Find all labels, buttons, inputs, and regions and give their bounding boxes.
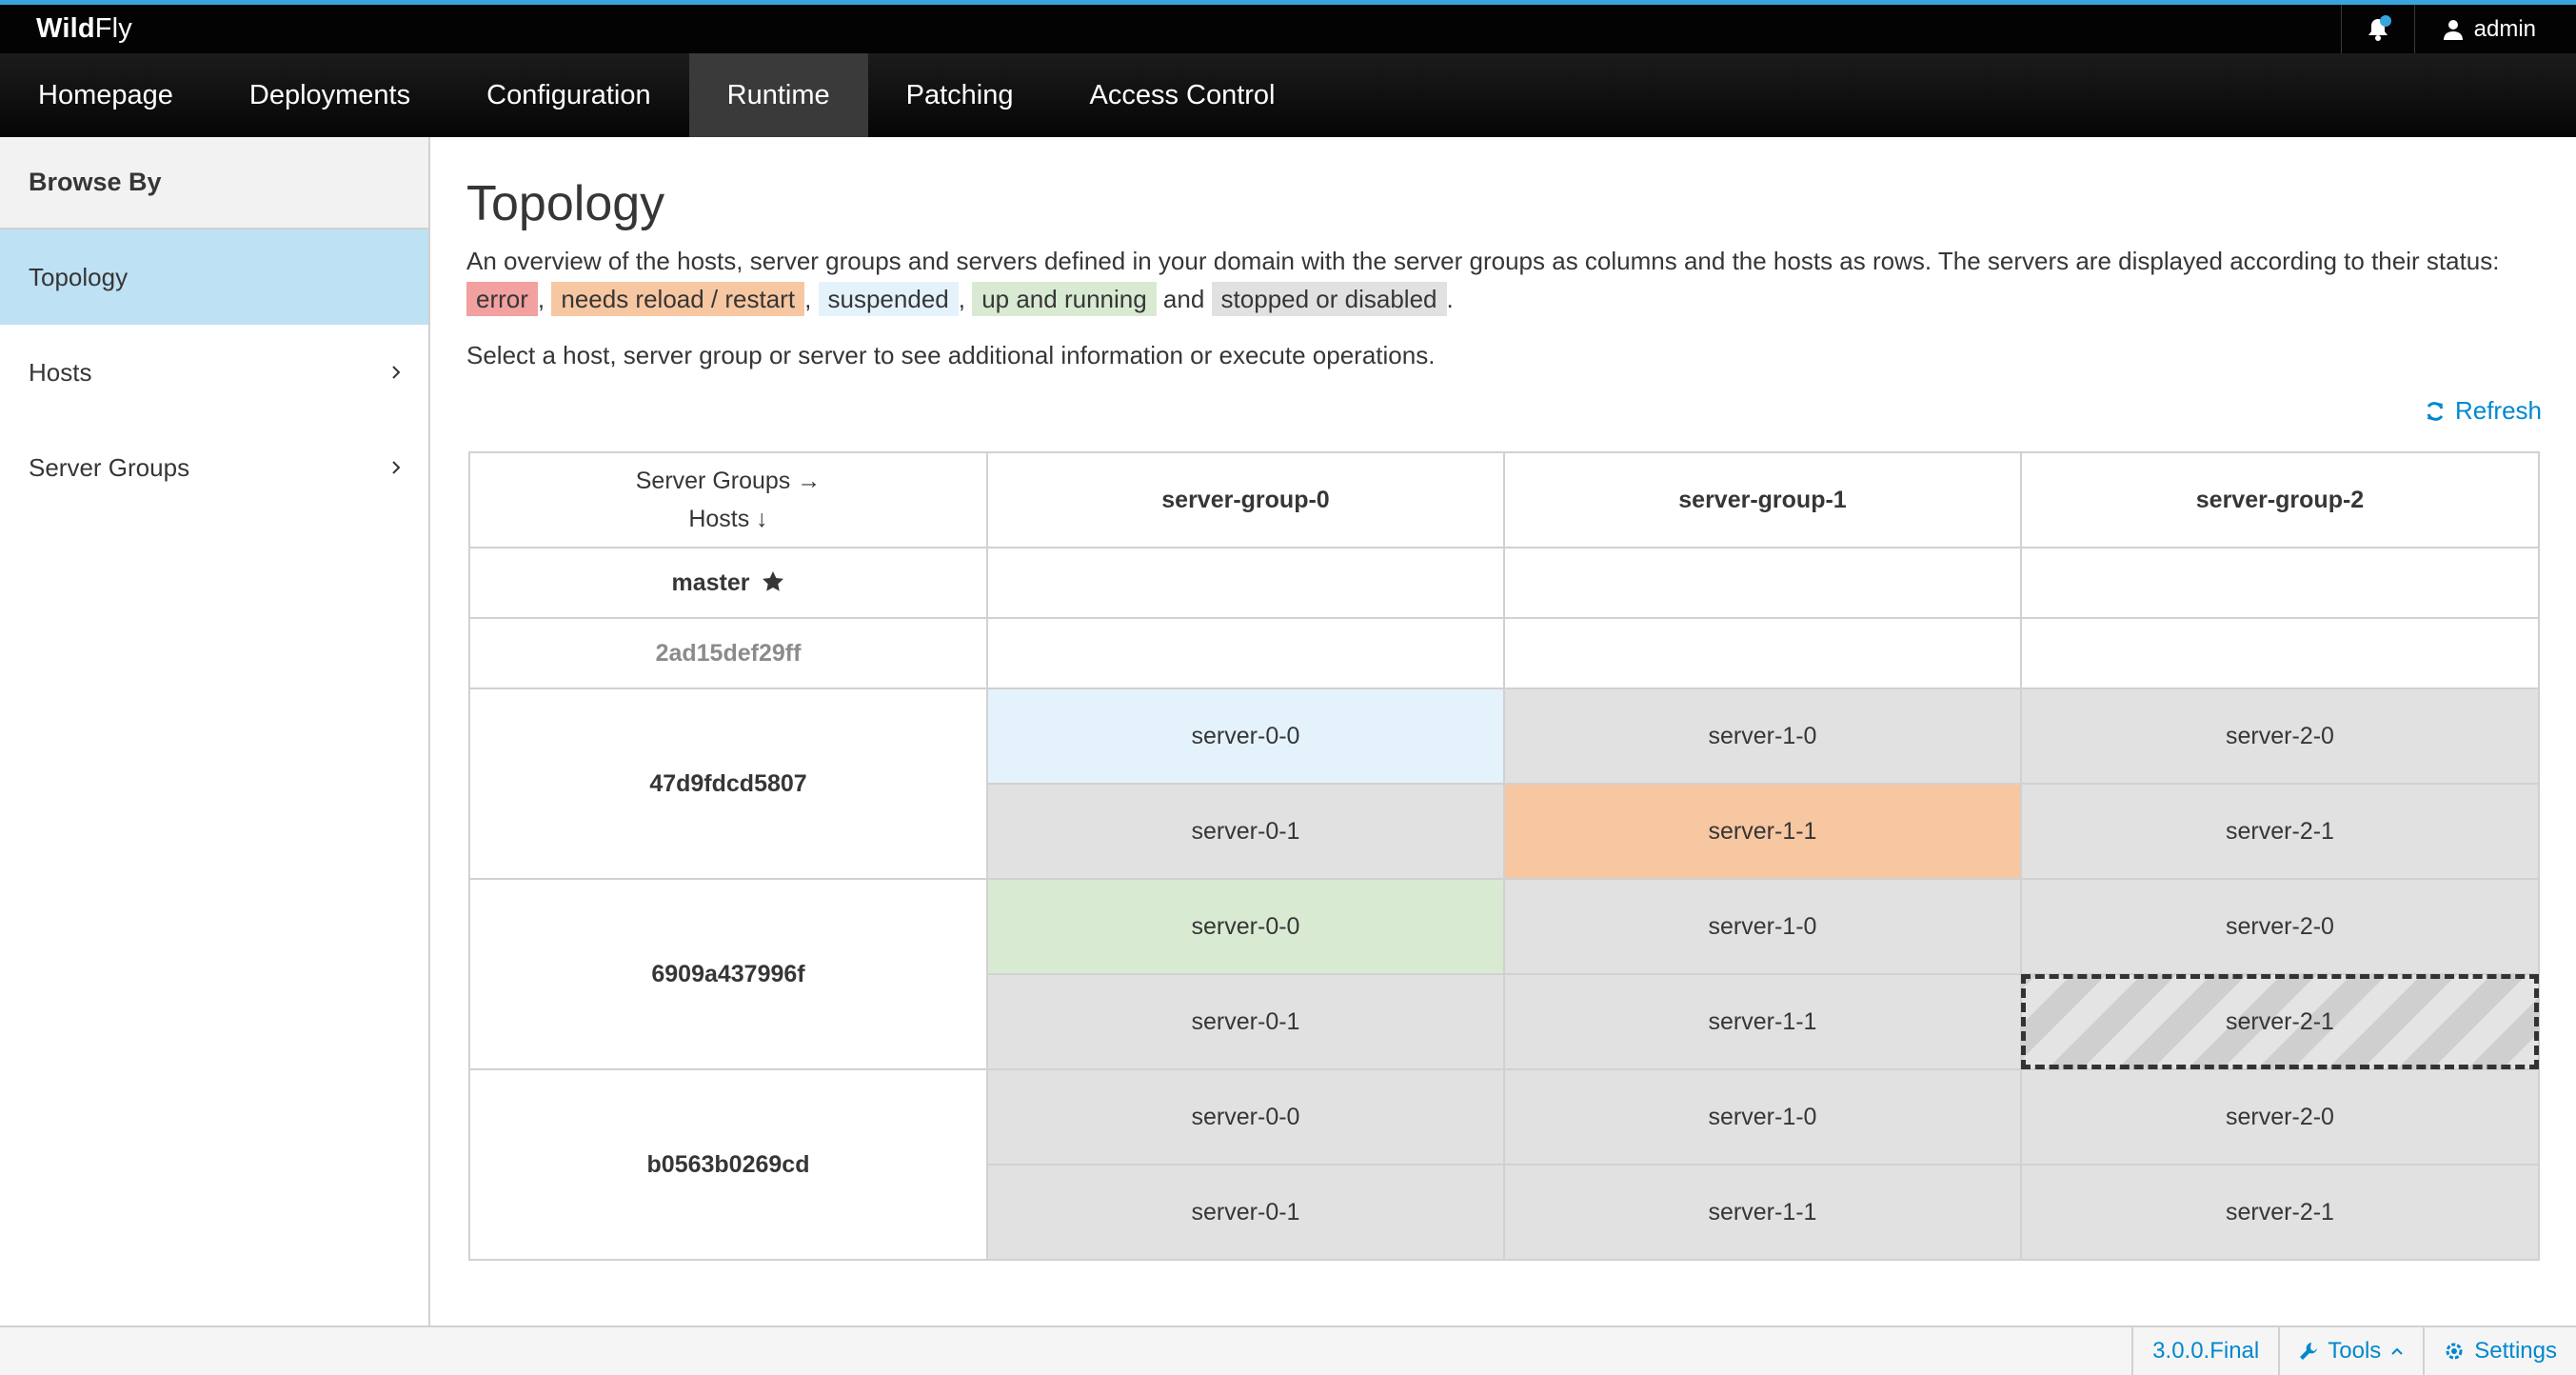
notification-dot: [2379, 15, 2391, 27]
gear-icon: [2446, 1343, 2463, 1360]
chevron-right-icon: [392, 461, 401, 474]
nav-configuration[interactable]: Configuration: [448, 53, 689, 137]
topology-header-row: Server Groups → Hosts ↓ server-group-0 s…: [468, 451, 2540, 548]
topology-table: Server Groups → Hosts ↓ server-group-0 s…: [468, 451, 2540, 1261]
corner-server-groups: Server Groups →: [635, 468, 822, 494]
user-icon: [2443, 19, 2463, 40]
header-tools: admin: [2340, 5, 2576, 53]
user-menu[interactable]: admin: [2415, 5, 2576, 53]
page-title: Topology: [466, 176, 665, 231]
server-cell[interactable]: server-2-0: [2020, 688, 2540, 785]
server-group-header[interactable]: server-group-1: [1503, 451, 2022, 548]
host-name: master: [671, 568, 750, 596]
server-cell[interactable]: server-1-1: [1503, 973, 2022, 1070]
version-label: 3.0.0.Final: [2152, 1338, 2260, 1364]
footer: 3.0.0.Final Tools Settings: [0, 1325, 2576, 1375]
notifications-button[interactable]: [2342, 5, 2414, 53]
description-and: and: [1162, 285, 1205, 313]
main-nav: Homepage Deployments Configuration Runti…: [0, 53, 2576, 137]
server-cell[interactable]: server-1-0: [1503, 1068, 2022, 1166]
host-row: master: [468, 547, 2540, 619]
nav-deployments[interactable]: Deployments: [211, 53, 448, 137]
server-cell[interactable]: server-2-1: [2020, 1164, 2540, 1261]
browse-by-heading: Browse By: [0, 137, 428, 229]
empty-cell: [986, 617, 1505, 689]
server-cell-selected[interactable]: server-2-1: [2020, 973, 2540, 1070]
topology-description: An overview of the hosts, server groups …: [466, 242, 2542, 318]
sidebar-item-topology[interactable]: Topology: [0, 229, 428, 325]
sidebar-item-hosts[interactable]: Hosts: [0, 325, 428, 420]
settings-label: Settings: [2474, 1338, 2557, 1364]
tools-label: Tools: [2328, 1338, 2382, 1364]
status-legend-error: error: [466, 282, 538, 316]
server-cell[interactable]: server-0-0: [986, 878, 1505, 975]
status-legend-stopped: stopped or disabled: [1211, 282, 1447, 316]
footer-tools: 3.0.0.Final Tools Settings: [2131, 1327, 2576, 1375]
sidebar-item-label: Topology: [29, 262, 129, 291]
server-cell[interactable]: server-0-0: [986, 1068, 1505, 1166]
sidebar-item-server-groups[interactable]: Server Groups: [0, 420, 428, 515]
server-cell[interactable]: server-0-1: [986, 783, 1505, 880]
host-cell[interactable]: 2ad15def29ff: [468, 617, 988, 689]
status-legend-reload: needs reload / restart: [551, 282, 805, 316]
select-hint: Select a host, server group or server to…: [466, 341, 1436, 369]
server-row: b0563b0269cd server-0-0 server-1-0 serve…: [468, 1068, 2540, 1261]
refresh-icon: [2427, 401, 2444, 421]
status-legend-suspended: suspended: [818, 282, 959, 316]
host-cell[interactable]: 6909a437996f: [468, 878, 988, 1070]
nav-runtime[interactable]: Runtime: [688, 53, 868, 137]
server-cell[interactable]: server-1-1: [1503, 783, 2022, 880]
server-group-header[interactable]: server-group-0: [986, 451, 1505, 548]
server-cell[interactable]: server-0-1: [986, 973, 1505, 1070]
host-cell[interactable]: 47d9fdcd5807: [468, 688, 988, 880]
chevron-up-icon: [2391, 1347, 2403, 1355]
wrench-icon: [2300, 1343, 2318, 1360]
settings-button[interactable]: Settings: [2423, 1327, 2576, 1375]
empty-cell: [2020, 547, 2540, 619]
server-row: 47d9fdcd5807 server-0-0 server-1-0 serve…: [468, 688, 2540, 880]
wildfly-logo[interactable]: WildFly: [36, 13, 132, 45]
corner-hosts: Hosts ↓: [688, 506, 768, 532]
server-cell[interactable]: server-2-0: [2020, 878, 2540, 975]
server-row: 6909a437996f server-0-0 server-1-0 serve…: [468, 878, 2540, 1070]
status-legend-running: up and running: [972, 282, 1157, 316]
host-cell-master[interactable]: master: [468, 547, 988, 619]
nav-homepage[interactable]: Homepage: [0, 53, 211, 137]
chevron-right-icon: [392, 366, 401, 379]
nav-patching[interactable]: Patching: [868, 53, 1052, 137]
topology-corner: Server Groups → Hosts ↓: [468, 451, 988, 548]
server-cell[interactable]: server-1-1: [1503, 1164, 2022, 1261]
nav-access-control[interactable]: Access Control: [1051, 53, 1313, 137]
server-cell[interactable]: server-2-1: [2020, 783, 2540, 880]
empty-cell: [1503, 547, 2022, 619]
sidebar-item-label: Server Groups: [29, 452, 190, 482]
username-label: admin: [2473, 15, 2536, 42]
server-cell[interactable]: server-2-0: [2020, 1068, 2540, 1166]
empty-cell: [986, 547, 1505, 619]
empty-cell: [2020, 617, 2540, 689]
sidebar-item-label: Hosts: [29, 357, 92, 387]
server-cell[interactable]: server-0-1: [986, 1164, 1505, 1261]
server-cell[interactable]: server-1-0: [1503, 878, 2022, 975]
version-link[interactable]: 3.0.0.Final: [2131, 1327, 2278, 1375]
refresh-button[interactable]: Refresh: [2425, 396, 2542, 426]
refresh-label: Refresh: [2454, 396, 2542, 425]
host-row: 2ad15def29ff: [468, 617, 2540, 689]
server-cell[interactable]: server-1-0: [1503, 688, 2022, 785]
description-text: An overview of the hosts, server groups …: [466, 247, 2500, 275]
server-cell[interactable]: server-0-0: [986, 688, 1505, 785]
server-group-header[interactable]: server-group-2: [2020, 451, 2540, 548]
star-icon: [763, 570, 784, 591]
tools-menu[interactable]: Tools: [2278, 1327, 2423, 1375]
top-header: WildFly admin: [0, 0, 2576, 53]
browse-sidebar: Browse By Topology Hosts Server Groups: [0, 137, 430, 1325]
host-cell[interactable]: b0563b0269cd: [468, 1068, 988, 1261]
empty-cell: [1503, 617, 2022, 689]
